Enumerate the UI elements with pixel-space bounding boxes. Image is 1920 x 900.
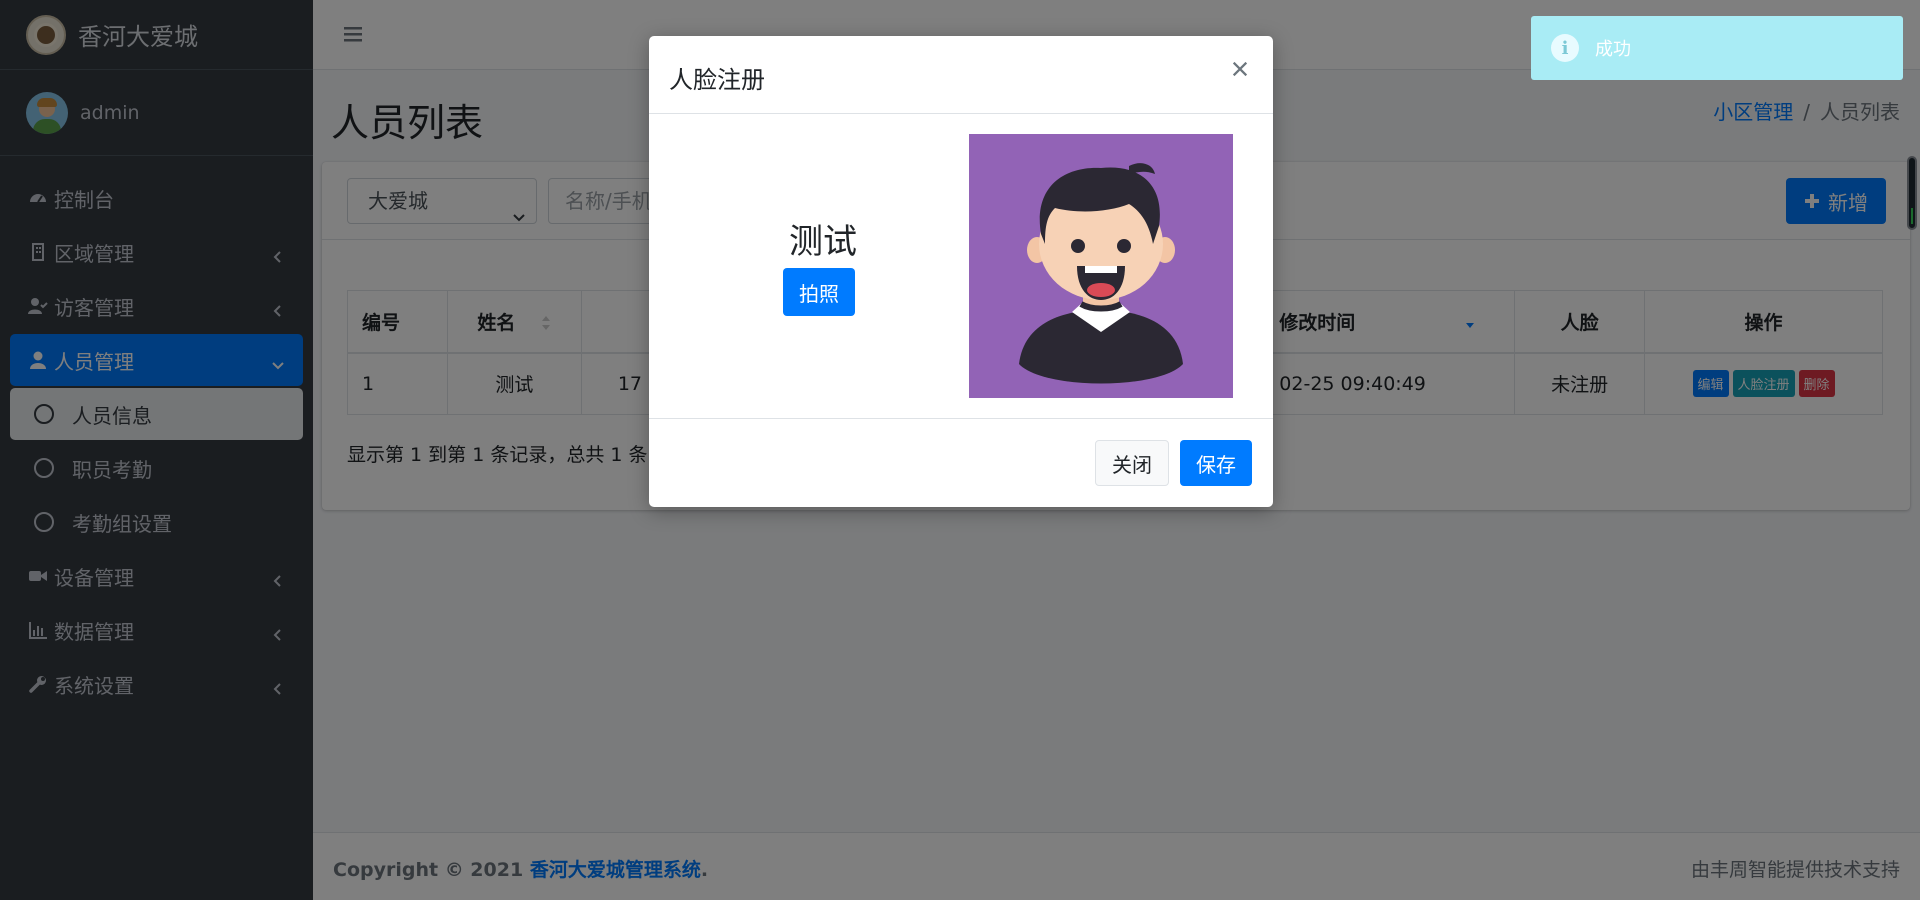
toast-message: 成功: [1595, 39, 1631, 60]
modal-footer: 关闭 保存: [649, 419, 1273, 505]
save-button[interactable]: 保存: [1180, 440, 1252, 486]
modal-header: 人脸注册: [649, 36, 1273, 114]
info-icon: i: [1551, 34, 1579, 62]
take-photo-button[interactable]: 拍照: [783, 268, 855, 316]
modal-body: 测试 拍照: [649, 114, 1273, 419]
face-photo: [969, 134, 1233, 398]
face-avatar-illustration: [1019, 163, 1183, 384]
close-button[interactable]: 关闭: [1095, 440, 1169, 486]
success-toast[interactable]: i 成功: [1531, 16, 1903, 80]
close-icon[interactable]: [1227, 56, 1253, 82]
person-name: 测试: [789, 222, 857, 262]
modal-title: 人脸注册: [669, 66, 765, 94]
face-register-modal: 人脸注册 测试 拍照 关闭 保存: [649, 36, 1273, 507]
